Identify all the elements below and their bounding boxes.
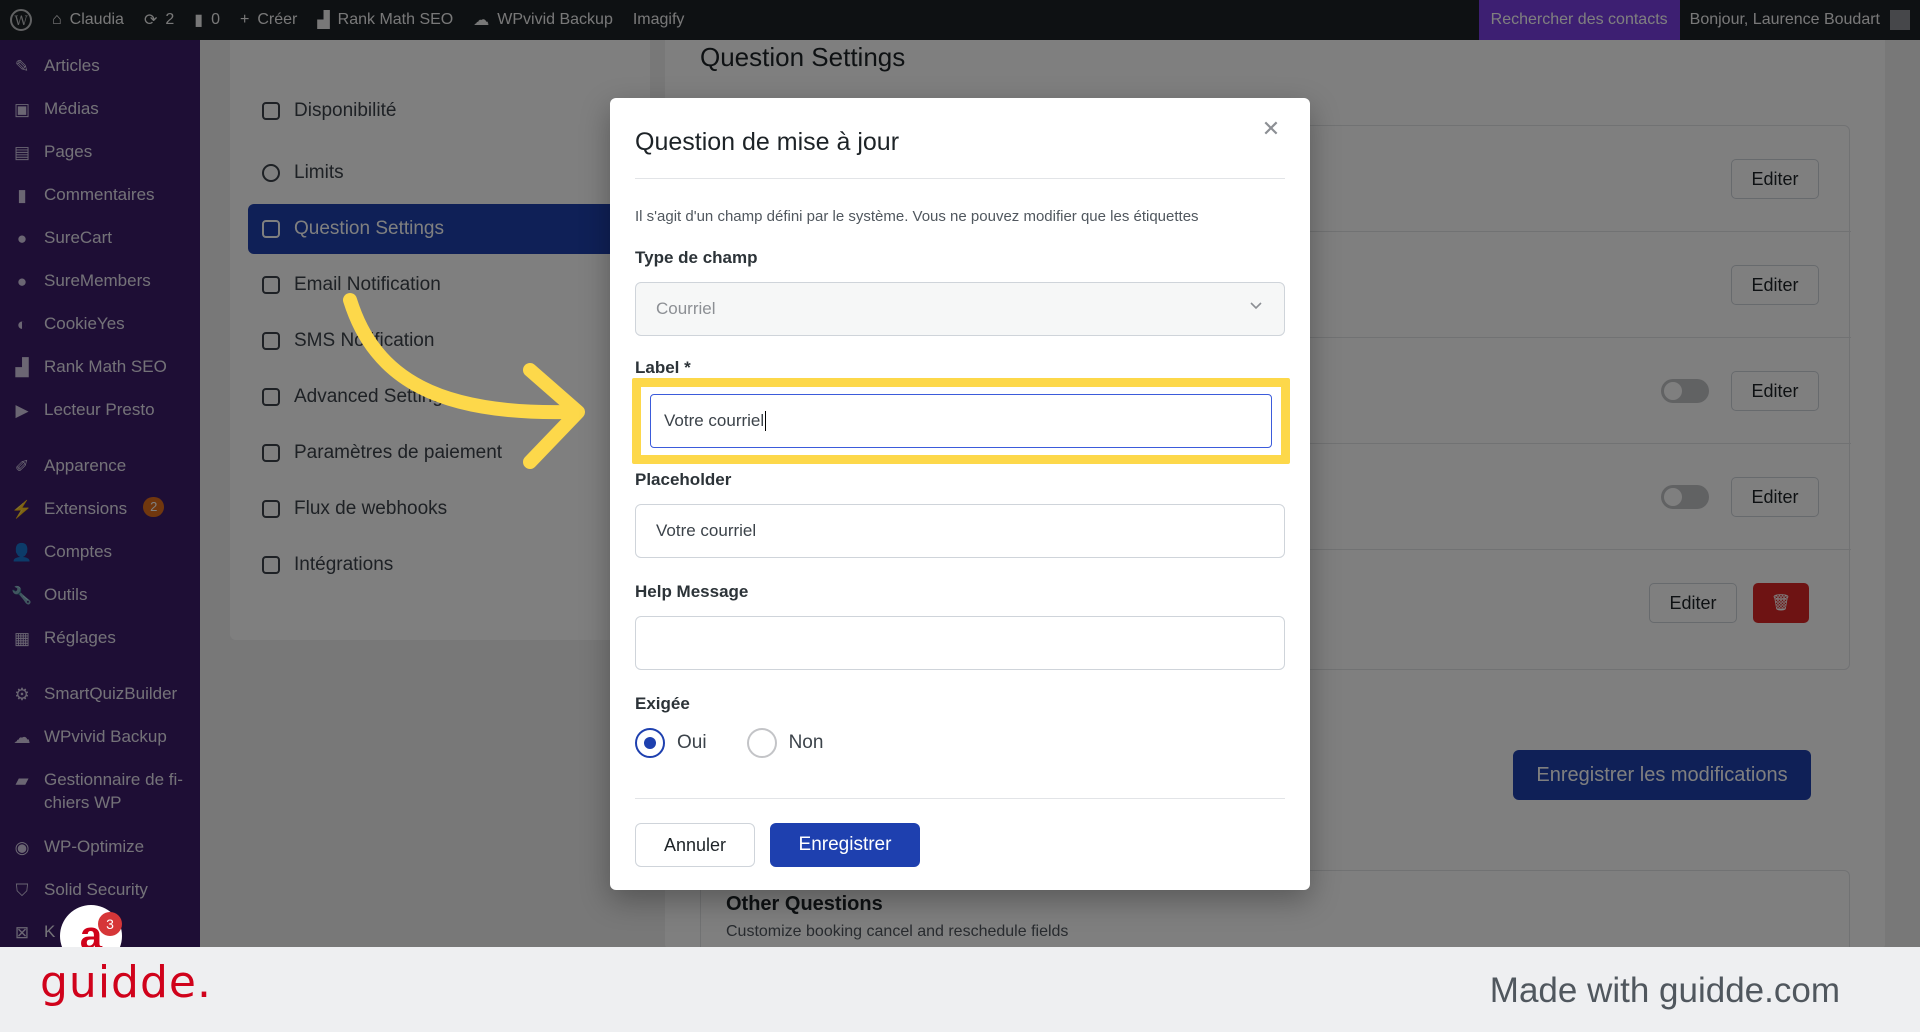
divider xyxy=(635,798,1285,799)
required-radio-group: Oui Non xyxy=(635,728,823,758)
annotation-arrow-icon xyxy=(343,293,585,469)
radio-checked-icon xyxy=(635,728,665,758)
required-yes-radio[interactable]: Oui xyxy=(635,728,707,758)
guidde-logo: guidde. xyxy=(40,957,212,1008)
chevron-down-icon xyxy=(1250,302,1262,310)
placeholder-label: Placeholder xyxy=(635,470,732,489)
field-type-select: Courriel xyxy=(635,282,1285,336)
save-button[interactable]: Enregistrer xyxy=(770,823,920,867)
radio-label: Oui xyxy=(677,732,707,753)
field-type-value: Courriel xyxy=(656,299,716,318)
highlight-box: Votre courriel xyxy=(632,378,1290,464)
close-icon[interactable]: ✕ xyxy=(1256,114,1286,144)
required-label: Exigée xyxy=(635,694,690,713)
edit-question-modal: Question de mise à jour ✕ Il s'agit d'un… xyxy=(610,98,1310,890)
guidde-count-badge: 3 xyxy=(98,912,122,936)
radio-label: Non xyxy=(788,732,824,753)
system-field-info: Il s'agit d'un champ défini par le systè… xyxy=(635,208,1199,225)
label-input-value: Votre courriel xyxy=(664,411,765,430)
divider xyxy=(635,178,1285,179)
cancel-button[interactable]: Annuler xyxy=(635,823,755,867)
radio-unchecked-icon xyxy=(746,728,777,758)
placeholder-input[interactable]: Votre courriel xyxy=(635,504,1285,558)
help-message-input[interactable] xyxy=(635,616,1285,670)
required-no-radio[interactable]: Non xyxy=(746,728,824,758)
label-input[interactable]: Votre courriel xyxy=(650,394,1272,448)
placeholder-input-value: Votre courriel xyxy=(656,521,757,540)
field-type-label: Type de champ xyxy=(635,248,758,267)
footer: guidde. Made with guidde.com xyxy=(0,947,1920,1032)
help-message-label: Help Message xyxy=(635,582,749,601)
modal-title: Question de mise à jour xyxy=(635,128,900,156)
label-field-label: Label * xyxy=(635,358,691,377)
text-cursor xyxy=(765,411,767,431)
made-with-text: Made with guidde.com xyxy=(1489,971,1840,1010)
